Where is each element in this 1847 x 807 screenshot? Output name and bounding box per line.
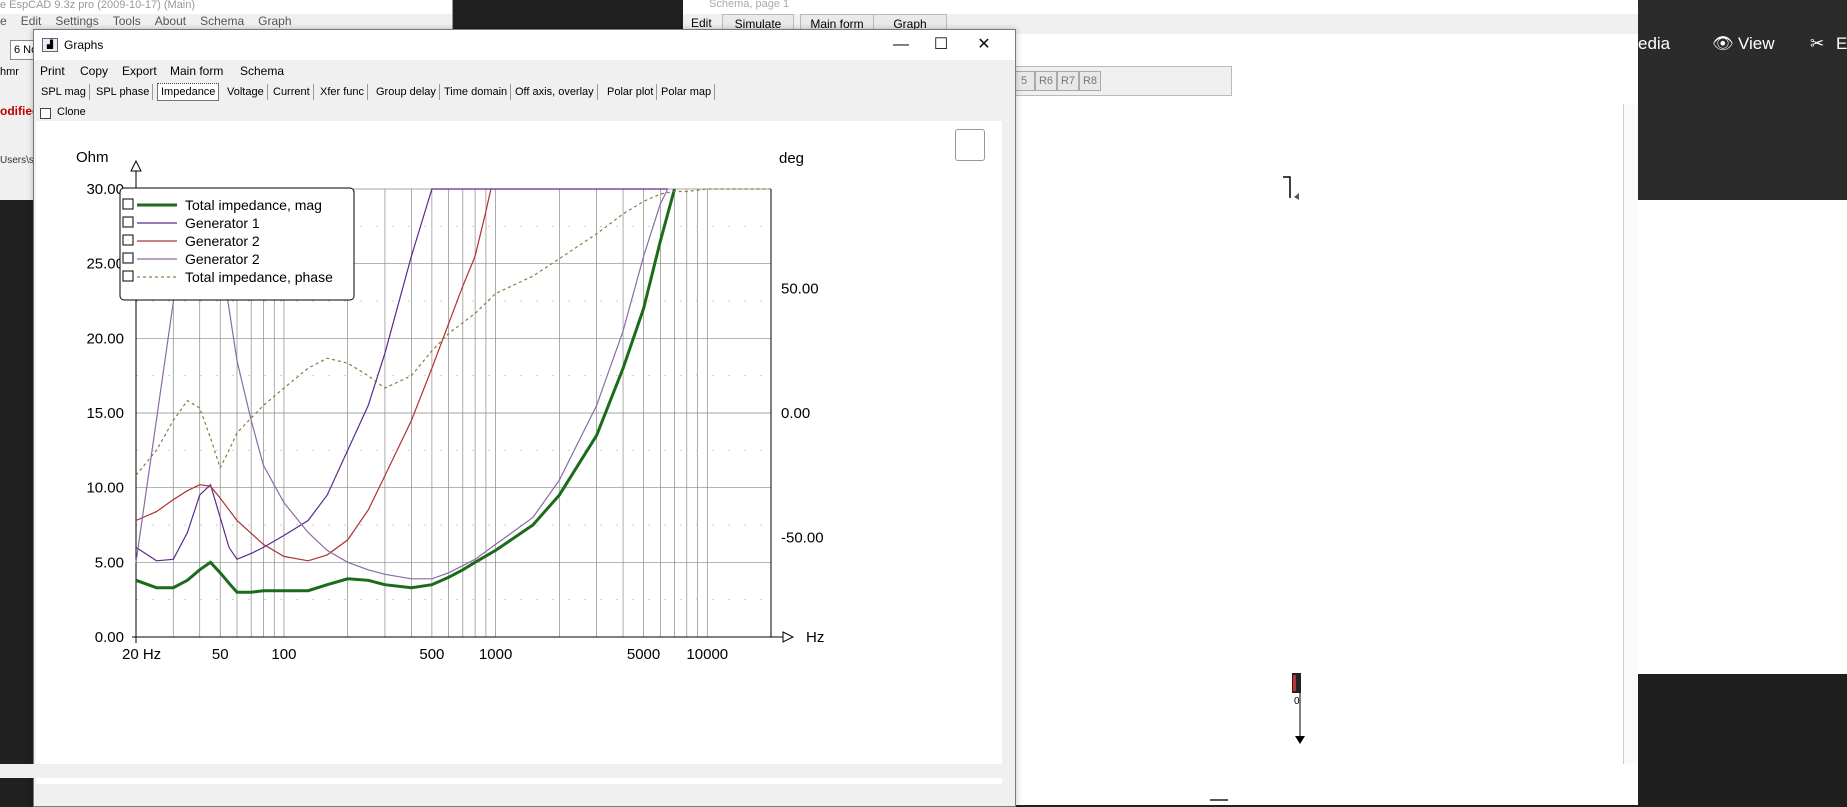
x-axis-arrow — [782, 631, 795, 643]
x-tick-label: 50 — [212, 646, 229, 663]
x-tick-label: 5000 — [627, 646, 660, 663]
tab-polar-map[interactable]: Polar map — [658, 84, 716, 100]
menu-main-form[interactable]: Main form — [170, 64, 223, 78]
y-tick-label: 25.00 — [86, 256, 124, 273]
y-axis-label: Ohm — [76, 149, 109, 166]
y2-tick-label: 50.00 — [781, 281, 819, 298]
y-tick-label: 0.00 — [95, 629, 124, 646]
tab-spl-phase[interactable]: SPL phase — [93, 84, 154, 100]
x-tick-label: 10000 — [686, 646, 728, 663]
y-tick-label: 15.00 — [86, 405, 124, 422]
schema-vertical-scrollbar[interactable] — [1623, 104, 1638, 764]
main-menu-edit[interactable]: Edit — [21, 14, 42, 30]
menu-schema[interactable]: Schema — [240, 64, 284, 78]
tab-spl-mag[interactable]: SPL mag — [38, 84, 90, 100]
schema-ground-symbol — [1295, 736, 1305, 744]
maximize-icon[interactable]: ☐ — [930, 34, 952, 56]
impedance-chart-svg: 30.00 25.00 20.00 15.00 10.00 5.00 0.00 50.00 0.… — [76, 149, 824, 663]
main-menu-tools[interactable]: Tools — [113, 14, 141, 30]
y-axis-arrow — [130, 159, 142, 172]
x-tick-label: 500 — [419, 646, 444, 663]
legend-label: Generator 1 — [185, 215, 260, 231]
tab-time-domain[interactable]: Time domain — [441, 84, 512, 100]
menu-print[interactable]: Print — [40, 64, 65, 78]
minimize-icon[interactable]: — — [890, 34, 912, 56]
y2-tick-label: -50.00 — [781, 529, 824, 546]
x-tick-label: 1000 — [479, 646, 512, 663]
chart-corner-button[interactable] — [955, 129, 985, 161]
y-tick-label: 5.00 — [95, 554, 124, 571]
legend-checkbox — [122, 216, 134, 228]
legend-checkbox — [122, 234, 134, 246]
y-tick-label: 20.00 — [86, 330, 124, 347]
x-tick-label: 20 Hz — [122, 646, 161, 663]
eye-icon: 👁 — [1712, 34, 1734, 53]
tab-polar-plot[interactable]: Polar plot — [604, 84, 658, 100]
tab-impedance[interactable]: Impedance — [157, 83, 220, 101]
legend-label: Generator 2 — [185, 251, 260, 267]
main-menu-graph[interactable]: Graph — [258, 14, 291, 30]
graph-app-icon: ▟ — [42, 38, 58, 52]
y-tick-label: 10.00 — [86, 480, 124, 497]
schema-small-marker — [1294, 193, 1299, 200]
graphs-window-title: Graphs — [64, 38, 104, 52]
legend-label: Total impedance, phase — [185, 269, 333, 285]
tab-xfer-func[interactable]: Xfer func — [317, 84, 369, 100]
clone-label: Clone — [57, 106, 86, 118]
main-menu-bar: e Edit Settings Tools About Schema Graph — [0, 14, 452, 30]
graphs-menu-bar: Print Copy Export Main form Schema — [34, 61, 1015, 81]
y2-axis-label: deg — [779, 150, 804, 167]
main-menu-about[interactable]: About — [155, 14, 186, 30]
x-tick-label: 100 — [271, 646, 296, 663]
main-window-title: e EspCAD 9.3z pro (2009-10-17) (Main) — [0, 0, 452, 14]
legend-label: Generator 2 — [185, 233, 260, 249]
media-button[interactable]: edia — [1638, 34, 1670, 54]
tab-current[interactable]: Current — [270, 84, 314, 100]
tab-off-axis-overlay[interactable]: Off axis, overlay — [512, 84, 598, 100]
schema-wire-corner — [1283, 176, 1291, 198]
media-toolbar — [1638, 0, 1847, 200]
tab-group-delay[interactable]: Group delay — [373, 84, 440, 100]
main-menu-settings[interactable]: Settings — [55, 14, 98, 30]
legend-checkbox — [122, 270, 134, 282]
menu-copy[interactable]: Copy — [80, 64, 108, 78]
schema-probe-label: 0 — [1294, 696, 1300, 707]
close-icon[interactable]: ✕ — [973, 34, 995, 56]
legend-checkbox — [122, 198, 134, 210]
clone-checkbox[interactable] — [40, 108, 51, 119]
legend-checkbox — [122, 252, 134, 264]
graph-tabs: SPL mag SPL phase Impedance Voltage Curr… — [36, 82, 996, 102]
y-tick-label: 30.00 — [86, 181, 124, 198]
x-axis-label: Hz — [806, 629, 824, 646]
tab-voltage[interactable]: Voltage — [224, 84, 268, 100]
legend-label: Total impedance, mag — [185, 197, 322, 213]
schema-probe-tip — [1293, 675, 1296, 691]
edit-button[interactable]: E — [1836, 34, 1847, 54]
graphs-titlebar[interactable]: ▟ Graphs — ☐ ✕ — [34, 30, 1015, 60]
main-menu-file[interactable]: e — [0, 14, 7, 30]
main-ohms-label: hmr — [0, 66, 19, 78]
view-button[interactable]: View — [1738, 34, 1775, 54]
menu-export[interactable]: Export — [122, 64, 157, 78]
graphs-window: ▟ Graphs — ☐ ✕ Print Copy Export Main fo… — [33, 29, 1016, 807]
edit-tools-icon: ✂ — [1810, 34, 1825, 53]
media-toolbar-panel: edia 👁 View ✂ E — [1638, 0, 1847, 805]
media-content-area — [1638, 200, 1847, 674]
bottom-strip — [0, 764, 1014, 778]
main-menu-schema[interactable]: Schema — [200, 14, 244, 30]
y2-tick-label: 0.00 — [781, 405, 810, 422]
impedance-chart: 30.00 25.00 20.00 15.00 10.00 5.00 0.00 50.00 0.… — [36, 121, 1002, 784]
